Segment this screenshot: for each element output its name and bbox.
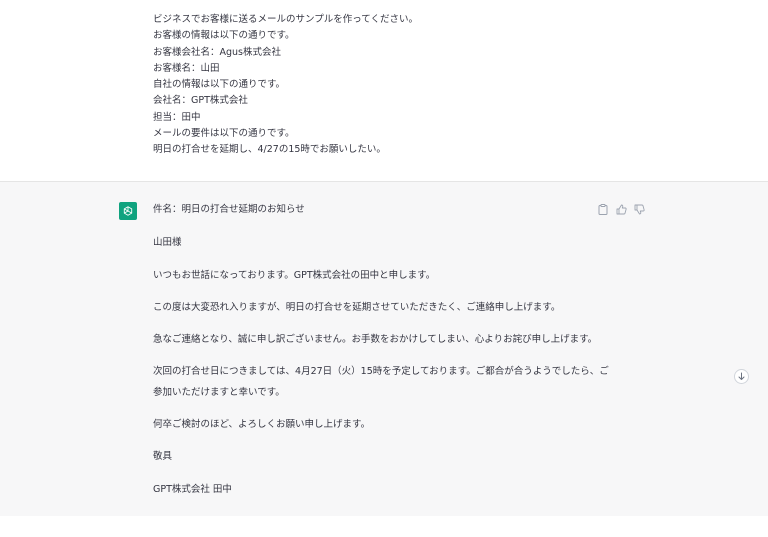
user-line: お客様の情報は以下の通りです。 [153, 30, 295, 42]
user-line: ビジネスでお客様に送るメールのサンプルを作ってください。 [153, 14, 418, 25]
assistant-message-text: 件名：明日の打合せ延期のお知らせ 山田様 いつもお世話になっております。GPT株… [153, 202, 609, 498]
email-paragraph: 何卒ご検討のほど、よろしくお願い申し上げます。 [153, 419, 371, 431]
user-line: 担当：田中 [153, 111, 201, 123]
chat-page: ビジネスでお客様に送るメールのサンプルを作ってください。 お客様の情報は以下の通… [0, 0, 768, 537]
user-line: 自社の情報は以下の通りです。 [153, 79, 286, 91]
thumbs-down-icon[interactable] [633, 203, 645, 215]
scroll-to-bottom-button[interactable] [734, 369, 749, 384]
user-message: ビジネスでお客様に送るメールのサンプルを作ってください。 お客様の情報は以下の通… [0, 0, 768, 181]
arrow-down-icon [738, 372, 745, 380]
email-closing: 敬具 [153, 451, 173, 463]
email-paragraph: いつもお世話になっております。GPT株式会社の田中と申します。 [153, 269, 436, 281]
email-signature: GPT株式会社 田中 [153, 483, 232, 495]
openai-logo-icon [119, 202, 137, 220]
user-line: 明日の打合せを延期し、4/27の15時でお願いしたい。 [153, 144, 386, 156]
email-salutation: 山田様 [153, 237, 182, 249]
thumbs-up-icon[interactable] [615, 203, 627, 215]
assistant-message: 件名：明日の打合せ延期のお知らせ 山田様 いつもお世話になっております。GPT株… [0, 181, 768, 517]
message-actions [597, 203, 645, 215]
user-line: お客様会社名：Agus株式会社 [153, 46, 281, 58]
user-line: 会社名：GPT株式会社 [153, 95, 248, 107]
user-line: お客様名：山田 [153, 62, 220, 74]
email-paragraph: 急なご連絡となり、誠に申し訳ございません。お手数をおかけしてしまい、心よりお詫び… [153, 334, 598, 346]
bottom-area [0, 516, 768, 537]
email-paragraph: 参加いただけますと幸いです。 [153, 386, 285, 398]
user-message-text: ビジネスでお客様に送るメールのサンプルを作ってください。 お客様の情報は以下の通… [153, 12, 633, 159]
email-paragraph: この度は大変恐れ入りますが、明日の打合せを延期させていただきたく、ご連絡申し上げ… [153, 301, 561, 313]
email-subject: 件名：明日の打合せ延期のお知らせ [153, 204, 305, 215]
email-paragraph: 次回の打合せ日につきましては、4月27日（火）15時を予定しております。ご都合が… [153, 366, 609, 378]
user-line: メールの要件は以下の通りです。 [153, 128, 295, 140]
clipboard-icon[interactable] [597, 203, 609, 215]
